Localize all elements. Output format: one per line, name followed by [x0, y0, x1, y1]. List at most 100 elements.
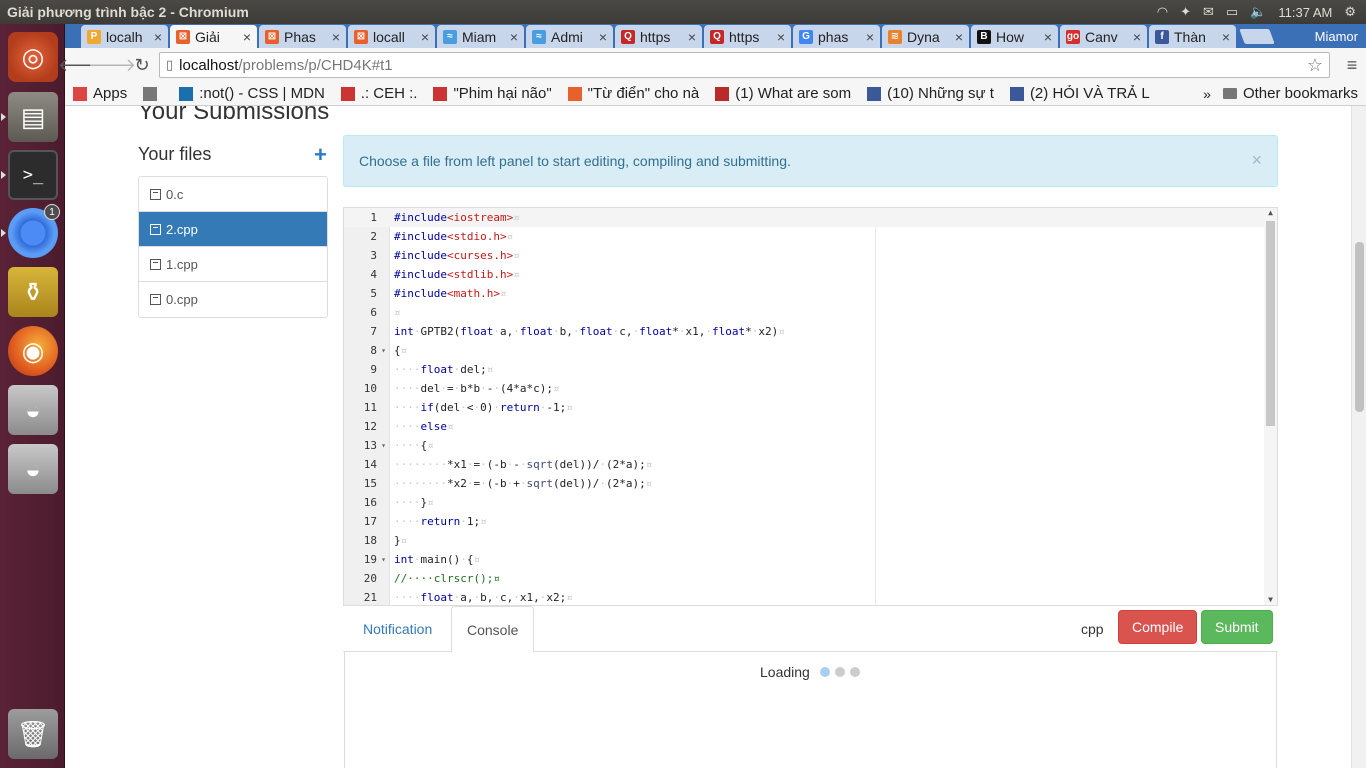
fold-toggle-icon[interactable]: ▾: [377, 346, 390, 355]
code-line[interactable]: 6 ¤: [344, 303, 1264, 322]
page-scrollbar[interactable]: [1351, 106, 1366, 768]
other-bookmarks[interactable]: Other bookmarks: [1222, 85, 1358, 102]
tab-close-icon[interactable]: ×: [421, 29, 429, 45]
bookmark-item[interactable]: "Phim hại não": [433, 85, 552, 102]
fold-toggle-icon[interactable]: ▾: [377, 555, 390, 564]
browser-tab[interactable]: go Canv ×: [1060, 25, 1147, 48]
chromium-icon[interactable]: 1: [8, 204, 60, 258]
code-line[interactable]: 4 #include<stdlib.h>¤: [344, 265, 1264, 284]
tab-close-icon[interactable]: ×: [1133, 29, 1141, 45]
file-item[interactable]: 0.c: [139, 177, 327, 212]
code-line[interactable]: 12 ····else¤: [344, 417, 1264, 436]
code-line[interactable]: 2 #include<stdio.h>¤: [344, 227, 1264, 246]
code-line[interactable]: 19 ▾ int·main()·{¤: [344, 550, 1264, 569]
tab-close-icon[interactable]: ×: [243, 29, 251, 45]
browser-tab[interactable]: ⊠ locall ×: [348, 25, 435, 48]
tab-close-icon[interactable]: ×: [955, 29, 963, 45]
code-line[interactable]: 8 ▾ {¤: [344, 341, 1264, 360]
code-line[interactable]: 15 ········*x2·=·(-b·+·sqrt(del))/·(2*a);…: [344, 474, 1264, 493]
editor-scrollbar[interactable]: ▲ ▼: [1264, 208, 1277, 605]
code-line[interactable]: 7 int·GPTB2(float·a,·float·b,·float·c,·fl…: [344, 322, 1264, 341]
code-line[interactable]: 1 #include<iostream>¤: [344, 208, 1264, 227]
code-line[interactable]: 10 ····del·=·b*b·-·(4*a*c);¤: [344, 379, 1264, 398]
browser-tab[interactable]: ≈ Admi ×: [526, 25, 613, 48]
terminal-icon[interactable]: >_: [8, 150, 58, 200]
browser-tab[interactable]: f Thàn ×: [1149, 25, 1236, 48]
browser-tab[interactable]: B How ×: [971, 25, 1058, 48]
bookmark-item[interactable]: .: CEH :.: [340, 85, 417, 102]
file-item[interactable]: 0.cpp: [139, 282, 327, 317]
tab-close-icon[interactable]: ×: [866, 29, 874, 45]
code-line[interactable]: 13 ▾ ····{¤: [344, 436, 1264, 455]
code-line[interactable]: 16 ····}¤: [344, 493, 1264, 512]
code-line[interactable]: 5 #include<math.h>¤: [344, 284, 1264, 303]
fold-toggle-icon[interactable]: ▾: [377, 441, 390, 450]
browser-tab[interactable]: Plocalh ×: [81, 25, 168, 48]
bookmarks-overflow-button[interactable]: »: [1203, 86, 1211, 102]
code-line[interactable]: 17 ····return·1;¤: [344, 512, 1264, 531]
menu-hamburger-icon[interactable]: ≡: [1338, 55, 1366, 76]
submit-button[interactable]: Submit: [1201, 610, 1273, 644]
files-icon[interactable]: ▤: [8, 92, 58, 142]
scroll-thumb[interactable]: [1266, 221, 1275, 426]
mail-icon[interactable]: ✉: [1203, 4, 1214, 20]
scroll-down-icon[interactable]: ▼: [1264, 595, 1277, 605]
tab-close-icon[interactable]: ×: [510, 29, 518, 45]
browser-tab[interactable]: ⊠ Giải ×: [170, 25, 257, 48]
code-line[interactable]: 3 #include<curses.h>¤: [344, 246, 1264, 265]
trash-icon[interactable]: 🗑: [8, 709, 58, 759]
wifi-icon[interactable]: ◠: [1157, 4, 1168, 20]
network-icon[interactable]: ✦: [1180, 4, 1191, 20]
file-item[interactable]: 2.cpp: [139, 212, 327, 247]
bookmark-item[interactable]: (10) Những sự t: [867, 85, 994, 102]
browser-tab[interactable]: Gphas ×: [793, 25, 880, 48]
browser-tab[interactable]: ≋ Dyna ×: [882, 25, 969, 48]
scroll-up-icon[interactable]: ▲: [1264, 208, 1277, 218]
code-line[interactable]: 9 ····float·del;¤: [344, 360, 1264, 379]
browser-tab[interactable]: Qhttps ×: [704, 25, 791, 48]
bookmark-star-icon[interactable]: ☆: [1307, 55, 1323, 76]
code-line[interactable]: 11 ····if(del·<·0)·return·-1;¤: [344, 398, 1264, 417]
code-line[interactable]: 18}¤: [344, 531, 1264, 550]
clock[interactable]: 11:37 AM: [1278, 5, 1332, 20]
bookmark-item[interactable]: (1) What are som: [715, 85, 851, 102]
drive-icon[interactable]: ◒: [8, 385, 58, 435]
code-editor[interactable]: ▲ ▼ 1 #include<iostream>¤ 2 #include<stdio.…: [343, 207, 1278, 606]
add-file-button[interactable]: +: [314, 142, 327, 168]
tab-close-icon[interactable]: ×: [332, 29, 340, 45]
bookmark-item[interactable]: Apps: [73, 85, 127, 102]
tab-close-icon[interactable]: ×: [599, 29, 607, 45]
browser-tab[interactable]: Qhttps ×: [615, 25, 702, 48]
compile-button[interactable]: Compile: [1118, 610, 1198, 644]
new-tab-button[interactable]: [1239, 29, 1275, 44]
address-bar[interactable]: ▯ localhost /problems/p/CHD4K#t1 ☆: [159, 52, 1330, 78]
drive-icon[interactable]: ◒: [8, 444, 58, 494]
bookmark-item[interactable]: :not() - CSS | MDN: [179, 85, 325, 102]
tab-close-icon[interactable]: ×: [1222, 29, 1230, 45]
forward-arrow-icon[interactable]: 🡒: [88, 50, 136, 80]
bookmark-item[interactable]: (2) HỎI VÀ TRẢ L: [1009, 85, 1150, 102]
tab-close-icon[interactable]: ×: [1044, 29, 1052, 45]
battery-icon[interactable]: ▭: [1226, 4, 1238, 20]
bookmark-item[interactable]: "Từ điển" cho nà: [567, 85, 699, 102]
browser-tab[interactable]: ⊠ Phas ×: [259, 25, 346, 48]
firefox-icon[interactable]: ◉: [8, 326, 58, 376]
volume-icon[interactable]: 🔈: [1250, 4, 1266, 20]
tab-close-icon[interactable]: ×: [777, 29, 785, 45]
bookmark-item[interactable]: [143, 86, 163, 101]
reload-icon[interactable]: ↻: [127, 50, 157, 80]
browser-tab[interactable]: ≈ Miam ×: [437, 25, 524, 48]
tab-notification[interactable]: Notification: [348, 606, 447, 652]
ubuntu-dash-icon[interactable]: ◎: [8, 32, 58, 82]
code-line[interactable]: 20 //····clrscr();¤: [344, 569, 1264, 588]
code-line[interactable]: 21 ····float·a,·b,·c,·x1,·x2;¤: [344, 588, 1264, 605]
settings-gear-icon[interactable]: ⚙: [1344, 4, 1356, 20]
tab-console[interactable]: Console: [451, 606, 535, 653]
tab-close-icon[interactable]: ×: [688, 29, 696, 45]
page-scroll-thumb[interactable]: [1355, 242, 1364, 412]
alert-close-button[interactable]: ×: [1251, 150, 1262, 171]
tab-close-icon[interactable]: ×: [154, 29, 162, 45]
file-item[interactable]: 1.cpp: [139, 247, 327, 282]
profile-button[interactable]: Miamor: [1307, 24, 1366, 48]
lamp-app-icon[interactable]: ⚱: [8, 267, 58, 317]
